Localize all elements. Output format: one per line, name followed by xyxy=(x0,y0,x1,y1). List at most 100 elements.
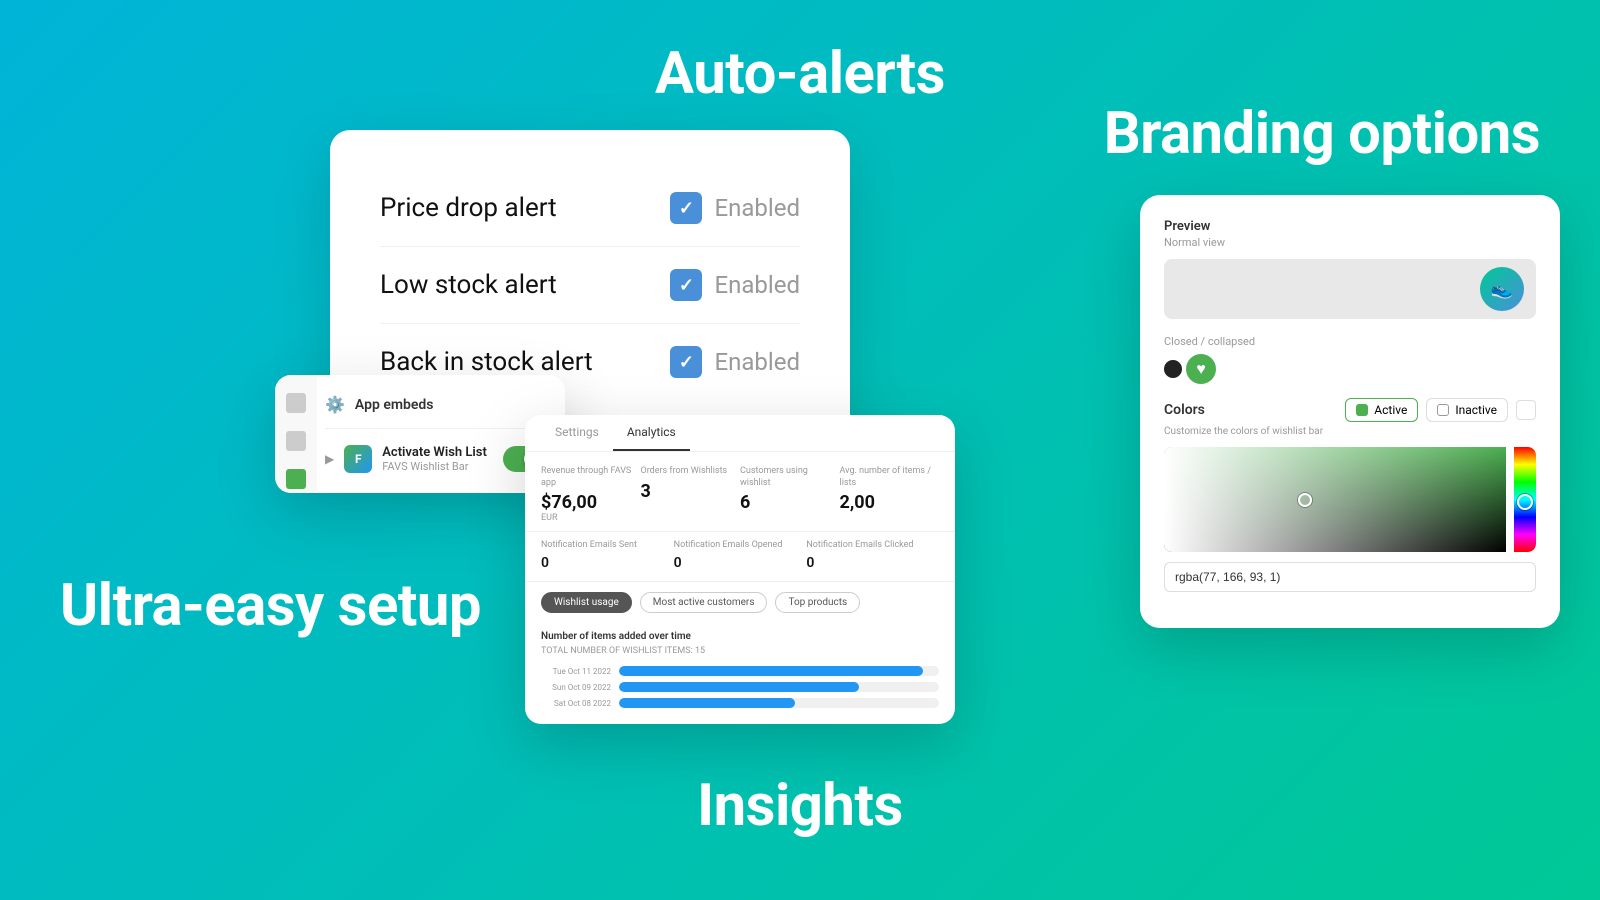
stat-emails-opened-label: Notification Emails Opened xyxy=(674,540,807,552)
stat-emails-opened-value: 0 xyxy=(674,555,807,571)
chart-bar-fill-1 xyxy=(619,666,923,676)
stat-revenue: Revenue through FAVS app $76,00 EUR xyxy=(541,466,641,523)
stat-orders-value: 3 xyxy=(641,481,741,502)
alert-enabled-stock: Enabled xyxy=(714,271,800,299)
alert-status-backinstock: Enabled xyxy=(670,346,800,378)
check-icon-price[interactable] xyxy=(670,192,702,224)
stat-orders: Orders from Wishlists 3 xyxy=(641,466,741,523)
alert-status-price: Enabled xyxy=(670,192,800,224)
auto-alerts-label: Auto-alerts xyxy=(655,40,945,108)
colors-header: Colors Active Inactive xyxy=(1164,398,1536,422)
inactive-toggle[interactable]: Inactive xyxy=(1426,398,1508,422)
embed-favicon: F xyxy=(344,445,372,473)
filter-customers[interactable]: Most active customers xyxy=(640,592,768,613)
stat-emails-clicked: Notification Emails Clicked 0 xyxy=(806,540,939,571)
inactive-label: Inactive xyxy=(1455,403,1497,417)
analytics-card: Settings Analytics Revenue through FAVS … xyxy=(525,415,955,724)
chart-date-1: Tue Oct 11 2022 xyxy=(541,667,611,676)
chart-bar-wrap-3 xyxy=(619,698,939,708)
stat-revenue-label: Revenue through FAVS app xyxy=(541,466,641,489)
inactive-dot xyxy=(1437,404,1449,416)
stat-revenue-sub: EUR xyxy=(541,513,641,523)
stat-customers-label: Customers using wishlist xyxy=(740,466,840,489)
chart-section: Number of items added over time TOTAL NU… xyxy=(525,623,955,724)
embeds-sidebar xyxy=(275,375,317,493)
tab-analytics[interactable]: Analytics xyxy=(613,415,690,451)
filter-wishlist[interactable]: Wishlist usage xyxy=(541,592,632,613)
logo-circle: 👟 xyxy=(1480,267,1524,311)
sidebar-grid-icon xyxy=(286,393,306,413)
embed-name: Activate Wish List xyxy=(382,445,493,460)
chart-title: Number of items added over time xyxy=(541,631,939,642)
alert-row: Price drop alert Enabled xyxy=(380,170,800,247)
chart-date-2: Sun Oct 09 2022 xyxy=(541,683,611,692)
branding-card: Preview Normal view 👟 Closed / collapsed… xyxy=(1140,195,1560,628)
stat-emails-clicked-label: Notification Emails Clicked xyxy=(806,540,939,552)
preview-section: Preview Normal view 👟 xyxy=(1164,219,1536,319)
stat-emails-sent: Notification Emails Sent 0 xyxy=(541,540,674,571)
filter-products[interactable]: Top products xyxy=(775,592,860,613)
preview-bar: 👟 xyxy=(1164,259,1536,319)
analytics-stats-row2: Notification Emails Sent 0 Notification … xyxy=(525,532,955,582)
alert-name-backinstock: Back in stock alert xyxy=(380,347,593,377)
setup-label: Ultra-easy setup xyxy=(60,572,481,640)
embed-row: ▶ F Activate Wish List FAVS Wishlist Bar xyxy=(325,445,547,473)
analytics-tabs: Settings Analytics xyxy=(525,415,955,452)
stat-emails-sent-value: 0 xyxy=(541,555,674,571)
stat-customers: Customers using wishlist 6 xyxy=(740,466,840,523)
active-dot xyxy=(1356,404,1368,416)
chart-row-3: Sat Oct 08 2022 xyxy=(541,698,939,708)
heart-dot-icon xyxy=(1164,360,1182,378)
alert-row: Low stock alert Enabled xyxy=(380,247,800,324)
stat-avg-label: Avg. number of items / lists xyxy=(840,466,940,489)
preview-sublabel: Normal view xyxy=(1164,236,1536,249)
empty-toggle[interactable] xyxy=(1516,400,1536,420)
colors-desc: Customize the colors of wishlist bar xyxy=(1164,426,1536,437)
check-icon-backinstock[interactable] xyxy=(670,346,702,378)
colors-title: Colors xyxy=(1164,402,1205,418)
collapsed-heart-row: ♥ xyxy=(1164,354,1536,384)
analytics-stats-row1: Revenue through FAVS app $76,00 EUR Orde… xyxy=(525,452,955,532)
chart-date-3: Sat Oct 08 2022 xyxy=(541,699,611,708)
stat-emails-clicked-value: 0 xyxy=(806,555,939,571)
stat-orders-label: Orders from Wishlists xyxy=(641,466,741,478)
expand-arrow-icon[interactable]: ▶ xyxy=(325,452,334,466)
color-toggles: Active Inactive xyxy=(1345,398,1536,422)
hue-handle[interactable] xyxy=(1517,494,1533,510)
stat-emails-sent-label: Notification Emails Sent xyxy=(541,540,674,552)
chart-bar-fill-3 xyxy=(619,698,795,708)
color-picker-handle[interactable] xyxy=(1298,493,1312,507)
active-toggle[interactable]: Active xyxy=(1345,398,1418,422)
alert-status-stock: Enabled xyxy=(670,269,800,301)
stat-revenue-value: $76,00 xyxy=(541,492,641,513)
color-picker-area[interactable] xyxy=(1164,447,1536,552)
hue-bar[interactable] xyxy=(1514,447,1536,552)
chart-row-1: Tue Oct 11 2022 xyxy=(541,666,939,676)
color-gradient xyxy=(1164,447,1506,552)
alert-enabled-backinstock: Enabled xyxy=(714,348,800,376)
sidebar-apps-icon xyxy=(286,469,306,489)
embed-info: Activate Wish List FAVS Wishlist Bar xyxy=(382,445,493,473)
embeds-card: ⚙️ App embeds ▶ F Activate Wish List FAV… xyxy=(275,375,565,493)
embeds-title: App embeds xyxy=(355,397,434,413)
embeds-header: ⚙️ App embeds xyxy=(325,395,547,429)
chart-bar-fill-2 xyxy=(619,682,859,692)
tab-settings[interactable]: Settings xyxy=(541,415,613,451)
check-icon-stock[interactable] xyxy=(670,269,702,301)
chart-bar-wrap-1 xyxy=(619,666,939,676)
stat-avg-value: 2,00 xyxy=(840,492,940,513)
preview-label: Preview xyxy=(1164,219,1536,234)
chart-row-2: Sun Oct 09 2022 xyxy=(541,682,939,692)
alert-enabled-price: Enabled xyxy=(714,194,800,222)
stat-emails-opened: Notification Emails Opened 0 xyxy=(674,540,807,571)
chart-subtitle: TOTAL NUMBER OF WISHLIST ITEMS: 15 xyxy=(541,646,939,656)
heart-icon: ♥ xyxy=(1186,354,1216,384)
embed-sub: FAVS Wishlist Bar xyxy=(382,460,493,473)
sidebar-tool-icon xyxy=(286,431,306,451)
filter-tabs: Wishlist usage Most active customers Top… xyxy=(525,582,955,623)
collapsed-section: Closed / collapsed ♥ xyxy=(1164,335,1536,384)
active-label: Active xyxy=(1374,403,1407,417)
branding-label: Branding options xyxy=(1104,100,1540,168)
chart-bars: Tue Oct 11 2022 Sun Oct 09 2022 Sat Oct … xyxy=(541,666,939,708)
color-value-input[interactable] xyxy=(1164,562,1536,592)
